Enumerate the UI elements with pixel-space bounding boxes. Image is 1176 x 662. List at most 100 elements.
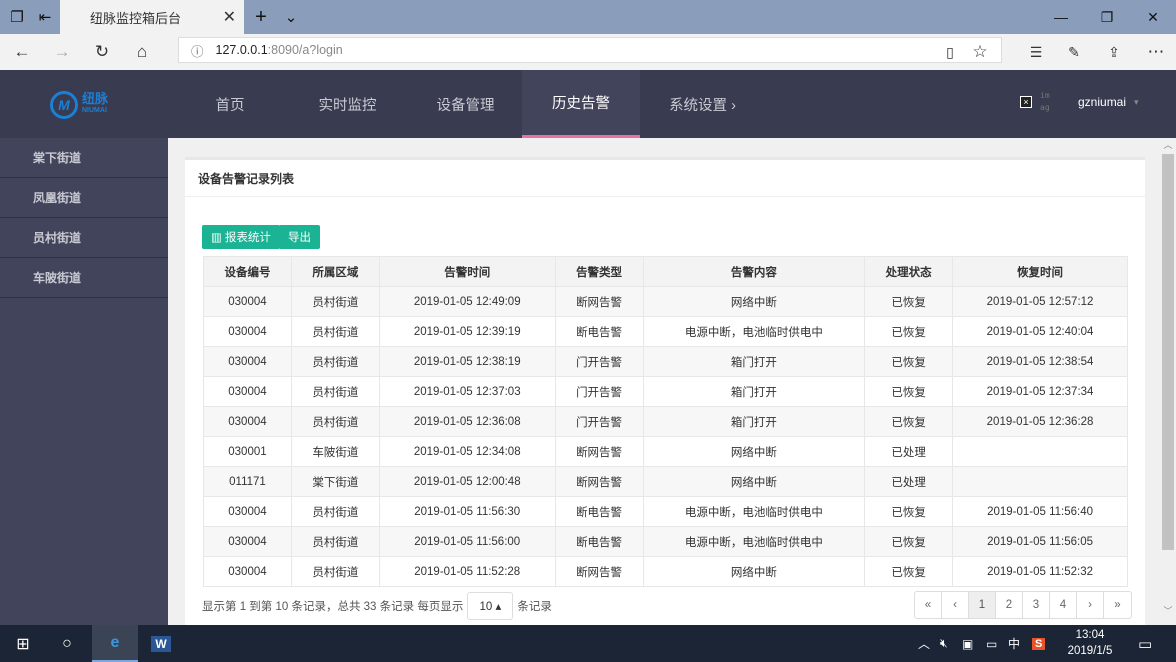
close-tab-icon[interactable]: ✕ <box>223 7 236 27</box>
sidebar-item-chebei[interactable]: 车陂街道 <box>0 258 168 298</box>
set-aside-tabs-icon[interactable]: ⇤ <box>30 0 60 34</box>
column-header[interactable]: 所属区域 <box>290 256 380 287</box>
scroll-down-icon[interactable]: ﹀ <box>1160 604 1176 618</box>
column-header[interactable]: 告警内容 <box>642 256 866 287</box>
tray-chevron-icon[interactable]: ︿ <box>918 625 930 662</box>
favorite-star-icon[interactable]: ☆ <box>960 34 1000 70</box>
page-scrollbar[interactable]: ︿ ﹀ <box>1160 138 1176 625</box>
new-tab-icon[interactable]: + <box>246 0 276 34</box>
restore-icon[interactable]: ❐ <box>1084 0 1130 34</box>
table-cell <box>952 436 1128 467</box>
page-button[interactable]: » <box>1104 592 1131 618</box>
notes-pen-icon[interactable]: ✎ <box>1054 34 1094 70</box>
table-cell: 网络中断 <box>642 436 866 467</box>
home-icon[interactable]: ⌂ <box>122 34 162 70</box>
records-suffix: 条记录 <box>517 601 552 613</box>
report-stats-button[interactable]: ▥ 报表统计 <box>202 225 280 249</box>
table-cell: 员村街道 <box>290 496 380 527</box>
column-header[interactable]: 处理状态 <box>864 256 954 287</box>
table-cell: 已恢复 <box>864 496 954 527</box>
logo-mark: M <box>50 91 78 119</box>
edge-taskbar-icon[interactable]: e <box>92 625 138 662</box>
url-input[interactable]: ⓘ 127.0.0.1:8090/a?login <box>178 37 1002 63</box>
sogou-input-icon[interactable]: S <box>1032 625 1046 662</box>
more-icon[interactable]: ⋯ <box>1136 34 1176 70</box>
table-cell: 门开告警 <box>554 346 644 377</box>
table-row[interactable]: 030004 员村街道 2019-01-05 12:38:19 门开告警 箱门打开 已恢复… <box>203 346 1128 377</box>
page-button[interactable]: ‹ <box>942 592 969 618</box>
scroll-thumb[interactable] <box>1162 154 1174 550</box>
volume-muted-icon[interactable]: 🔇︎ <box>940 625 948 662</box>
page-button[interactable]: 3 <box>1023 592 1050 618</box>
share-icon[interactable]: ⇪ <box>1094 34 1134 70</box>
column-header[interactable]: 恢复时间 <box>952 256 1128 287</box>
nav-realtime-monitor[interactable]: 实时监控 <box>300 70 395 138</box>
word-taskbar-icon[interactable]: W <box>138 625 184 662</box>
windows-start-icon[interactable]: ⊞ <box>0 625 46 662</box>
minimize-icon[interactable]: — <box>1038 0 1084 34</box>
table-cell: 011171 <box>203 466 292 497</box>
back-icon[interactable]: ← <box>2 34 42 70</box>
table-cell: 2019-01-05 12:38:54 <box>952 346 1128 377</box>
sidebar-item-tangxia[interactable]: 棠下街道 <box>0 138 168 178</box>
nav-device-management[interactable]: 设备管理 <box>418 70 513 138</box>
scroll-up-icon[interactable]: ︿ <box>1160 138 1176 152</box>
table-row[interactable]: 030004 员村街道 2019-01-05 12:39:19 断电告警 电源中断，电池… <box>203 316 1128 347</box>
table-cell: 门开告警 <box>554 406 644 437</box>
table-cell: 箱门打开 <box>642 406 866 437</box>
table-cell: 断电告警 <box>554 316 644 347</box>
table-cell: 已恢复 <box>864 316 954 347</box>
browser-tab[interactable]: 纽脉监控箱后台 ✕ <box>60 0 244 34</box>
column-header[interactable]: 告警类型 <box>554 256 644 287</box>
table-cell: 030004 <box>203 526 292 557</box>
url-path: :8090/a?login <box>267 43 343 57</box>
table-row[interactable]: 030004 员村街道 2019-01-05 11:56:30 断电告警 电源中断，电池… <box>203 496 1128 527</box>
page-button[interactable]: › <box>1077 592 1104 618</box>
panel-title: 设备告警记录列表 <box>185 160 1145 197</box>
table-cell: 2019-01-05 11:56:00 <box>378 526 556 557</box>
page-button[interactable]: 1 <box>969 592 996 618</box>
taskbar-clock[interactable]: 13:04 2019/1/5 <box>1060 627 1120 659</box>
logo[interactable]: M 纽脉 NIUMAI <box>50 90 122 120</box>
table-cell: 已恢复 <box>864 556 954 587</box>
ime-indicator[interactable]: 中 <box>1008 625 1020 662</box>
table-row[interactable]: 011171 棠下街道 2019-01-05 12:00:48 断网告警 网络中断 已处理 <box>203 466 1128 497</box>
pagination: «‹ 1 2 3 4 ›» <box>914 591 1132 619</box>
cortana-icon[interactable]: ○ <box>44 625 90 662</box>
tab-list-chevron-icon[interactable]: ⌄ <box>276 0 306 34</box>
user-menu[interactable]: × im ag gzniumai ▾ <box>1020 90 1139 114</box>
column-header[interactable]: 设备编号 <box>203 256 292 287</box>
page-button[interactable]: 4 <box>1050 592 1077 618</box>
table-row[interactable]: 030004 员村街道 2019-01-05 11:56:00 断电告警 电源中断，电池… <box>203 526 1128 557</box>
sidebar-item-yuancun[interactable]: 员村街道 <box>0 218 168 258</box>
favorites-list-icon[interactable]: ☰ <box>1016 34 1056 70</box>
table-row[interactable]: 030004 员村街道 2019-01-05 11:52:28 断网告警 网络中断 已恢复… <box>203 556 1128 587</box>
page-button[interactable]: « <box>915 592 942 618</box>
nav-home[interactable]: 首页 <box>190 70 270 138</box>
table-cell: 员村街道 <box>290 526 380 557</box>
table-cell: 030004 <box>203 376 292 407</box>
network-warning-icon[interactable]: ▣ <box>962 625 973 662</box>
table-cell: 电源中断，电池临时供电中 <box>642 316 866 347</box>
page-size-select[interactable]: 10 ▴ <box>467 592 514 620</box>
battery-icon[interactable]: ▭ <box>986 625 997 662</box>
nav-alarm-history[interactable]: 历史告警 <box>522 70 640 138</box>
nav-system-settings[interactable]: 系统设置 › <box>655 70 750 138</box>
sidebar-item-fenghuang[interactable]: 凤凰街道 <box>0 178 168 218</box>
table-row[interactable]: 030004 员村街道 2019-01-05 12:36:08 门开告警 箱门打开 已恢复… <box>203 406 1128 437</box>
close-window-icon[interactable]: ✕ <box>1130 0 1176 34</box>
table-cell: 2019-01-05 11:56:40 <box>952 496 1128 527</box>
forward-icon[interactable]: → <box>42 34 82 70</box>
tab-actions-icon[interactable]: ❐ <box>2 0 32 34</box>
table-cell: 员村街道 <box>290 406 380 437</box>
export-button[interactable]: 导出 <box>279 225 320 249</box>
column-header[interactable]: 告警时间 <box>378 256 556 287</box>
refresh-icon[interactable]: ↻ <box>82 34 122 70</box>
table-cell: 员村街道 <box>290 556 380 587</box>
table-row[interactable]: 030004 员村街道 2019-01-05 12:37:03 门开告警 箱门打开 已恢复… <box>203 376 1128 407</box>
table-row[interactable]: 030004 员村街道 2019-01-05 12:49:09 断网告警 网络中断 已恢复… <box>203 286 1128 317</box>
table-row[interactable]: 030001 车陂街道 2019-01-05 12:34:08 断网告警 网络中断 已处理 <box>203 436 1128 467</box>
table-cell: 已恢复 <box>864 376 954 407</box>
page-button[interactable]: 2 <box>996 592 1023 618</box>
action-center-icon[interactable]: ▭ <box>1138 625 1152 662</box>
